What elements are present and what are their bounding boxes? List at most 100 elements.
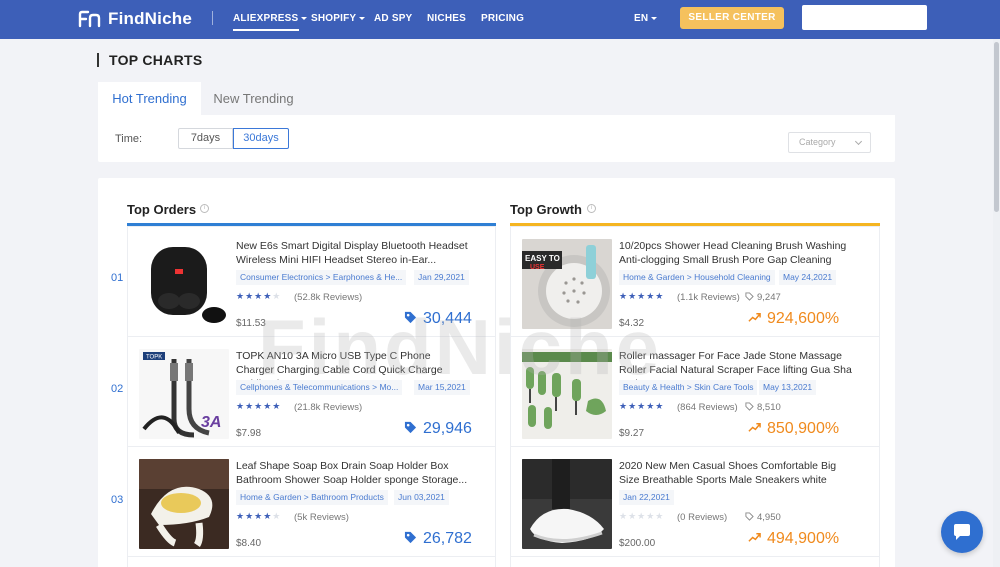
rank-number: 02 — [111, 383, 124, 395]
nav-niches[interactable]: NICHES — [427, 13, 466, 24]
tag-icon — [404, 421, 417, 434]
scrollbar-thumb[interactable] — [994, 42, 999, 212]
star-rating: ★★★★★ — [236, 511, 282, 521]
trend-up-icon — [748, 313, 761, 322]
sales-value: 4,950 — [757, 512, 781, 523]
date-tag: Jun 03,2021 — [394, 490, 449, 505]
nav-niches-label: NICHES — [427, 13, 466, 24]
product-price: $9.27 — [619, 428, 645, 439]
tab-new-trending[interactable]: New Trending — [201, 82, 306, 115]
rank-number: 01 — [111, 272, 124, 284]
page-title: TOP CHARTS — [109, 52, 203, 68]
title-accent — [97, 53, 99, 67]
product-card[interactable] — [510, 556, 880, 567]
sales-value: 9,247 — [757, 292, 781, 303]
nav-shopify-label: SHOPIFY — [311, 13, 357, 24]
review-count: (52.8k Reviews) — [294, 292, 363, 303]
top-orders-title: Top Orders — [127, 202, 197, 217]
nav-ad-spy[interactable]: AD SPY — [374, 13, 412, 24]
sales-value: 8,510 — [757, 402, 781, 413]
product-image[interactable]: EASY TO USE — [522, 239, 612, 329]
filter-panel: Hot Trending New Trending Time: 7days 30… — [98, 82, 895, 162]
tag-icon — [745, 402, 754, 411]
product-title[interactable]: 2020 New Men Casual Shoes Comfortable Bi… — [619, 459, 854, 487]
category-tag[interactable]: Cellphones & Telecommunications > Mo... — [236, 380, 403, 395]
top-navigation-bar: FindNiche ALIEXPRESS SHOPIFY AD SPY NICH… — [0, 0, 1000, 39]
chevron-down-icon — [651, 16, 658, 20]
trend-up-icon — [748, 423, 761, 432]
account-area[interactable] — [802, 5, 927, 30]
growth-value: 850,900% — [767, 420, 840, 437]
orders-count: 26,782 — [404, 530, 472, 548]
chevron-down-icon — [359, 16, 366, 20]
review-count: (21.8k Reviews) — [294, 402, 363, 413]
rank-number: 03 — [111, 494, 124, 506]
product-image[interactable] — [139, 239, 229, 329]
review-count: (864 Reviews) — [677, 402, 738, 413]
product-image[interactable] — [522, 349, 612, 439]
sales-count: 9,247 — [745, 292, 781, 303]
category-select[interactable]: Category — [788, 132, 871, 153]
svg-text:TOPK: TOPK — [146, 355, 162, 361]
sales-count: 4,950 — [745, 512, 781, 523]
star-rating: ★★★★★ — [619, 511, 665, 521]
nav-ad-spy-label: AD SPY — [374, 13, 413, 24]
growth-value: 494,900% — [767, 530, 840, 547]
review-count: (0 Reviews) — [677, 512, 728, 523]
growth-value: 924,600% — [767, 310, 840, 327]
product-card[interactable] — [127, 556, 496, 567]
growth-rate: 494,900% — [748, 530, 839, 548]
nav-aliexpress-label: ALIEXPRESS — [233, 13, 299, 24]
logo[interactable]: FindNiche — [78, 9, 192, 29]
category-placeholder: Category — [799, 137, 836, 147]
category-tag[interactable]: Consumer Electronics > Earphones & He... — [236, 270, 407, 285]
product-card[interactable]: 2020 New Men Casual Shoes Comfortable Bi… — [510, 446, 880, 557]
nav-aliexpress[interactable]: ALIEXPRESS — [233, 13, 308, 24]
product-image[interactable]: TOPK 3A — [139, 349, 229, 439]
product-price: $11.53 — [236, 318, 266, 329]
product-card[interactable]: EASY TO USE 10/20pcs Shower Head Cleanin… — [510, 226, 880, 337]
category-tag[interactable]: Home & Garden > Household Cleaning — [619, 270, 775, 285]
product-card[interactable]: New E6s Smart Digital Display Bluetooth … — [127, 226, 496, 337]
nav-shopify[interactable]: SHOPIFY — [311, 13, 366, 24]
brand-name: FindNiche — [108, 9, 192, 28]
growth-rate: 850,900% — [748, 420, 839, 438]
period-30days-button[interactable]: 30days — [233, 128, 289, 149]
star-rating: ★★★★★ — [619, 291, 665, 301]
product-card[interactable]: TOPK 3A TOPK AN10 3A Micro USB Type C Ph… — [127, 336, 496, 447]
info-icon[interactable]: i — [200, 204, 209, 213]
trend-up-icon — [748, 533, 761, 542]
period-7days-button[interactable]: 7days — [178, 128, 233, 149]
review-count: (5k Reviews) — [294, 512, 349, 523]
orders-value: 26,782 — [423, 530, 472, 547]
product-title[interactable]: Leaf Shape Soap Box Drain Soap Holder Bo… — [236, 459, 471, 487]
chevron-down-icon — [854, 137, 863, 146]
nav-pricing[interactable]: PRICING — [481, 13, 524, 24]
chat-button[interactable] — [941, 511, 983, 553]
star-rating: ★★★★★ — [236, 401, 282, 411]
category-tag[interactable]: Beauty & Health > Skin Care Tools — [619, 380, 758, 395]
product-card[interactable]: Roller massager For Face Jade Stone Mass… — [510, 336, 880, 447]
tag-icon — [404, 311, 417, 324]
tag-icon — [745, 512, 754, 521]
info-icon[interactable]: i — [587, 204, 596, 213]
tag-icon — [745, 292, 754, 301]
seller-center-button[interactable]: SELLER CENTER — [680, 7, 784, 29]
date-tag: Mar 15,2021 — [414, 380, 470, 395]
chevron-down-icon — [301, 16, 308, 20]
orders-value: 29,946 — [423, 420, 472, 437]
date-tag: May 13,2021 — [759, 380, 817, 395]
top-growth-title: Top Growth — [510, 202, 582, 217]
product-image[interactable] — [139, 459, 229, 549]
growth-rate: 924,600% — [748, 310, 839, 328]
sales-count: 8,510 — [745, 402, 781, 413]
language-label: EN — [634, 13, 649, 24]
product-card[interactable]: Leaf Shape Soap Box Drain Soap Holder Bo… — [127, 446, 496, 557]
product-image[interactable] — [522, 459, 612, 549]
tab-hot-trending[interactable]: Hot Trending — [98, 82, 201, 115]
category-tag[interactable]: Home & Garden > Bathroom Products — [236, 490, 388, 505]
language-selector[interactable]: EN — [634, 13, 658, 24]
product-title[interactable]: New E6s Smart Digital Display Bluetooth … — [236, 239, 471, 267]
date-tag: Jan 29,2021 — [414, 270, 469, 285]
header-divider — [212, 11, 213, 25]
